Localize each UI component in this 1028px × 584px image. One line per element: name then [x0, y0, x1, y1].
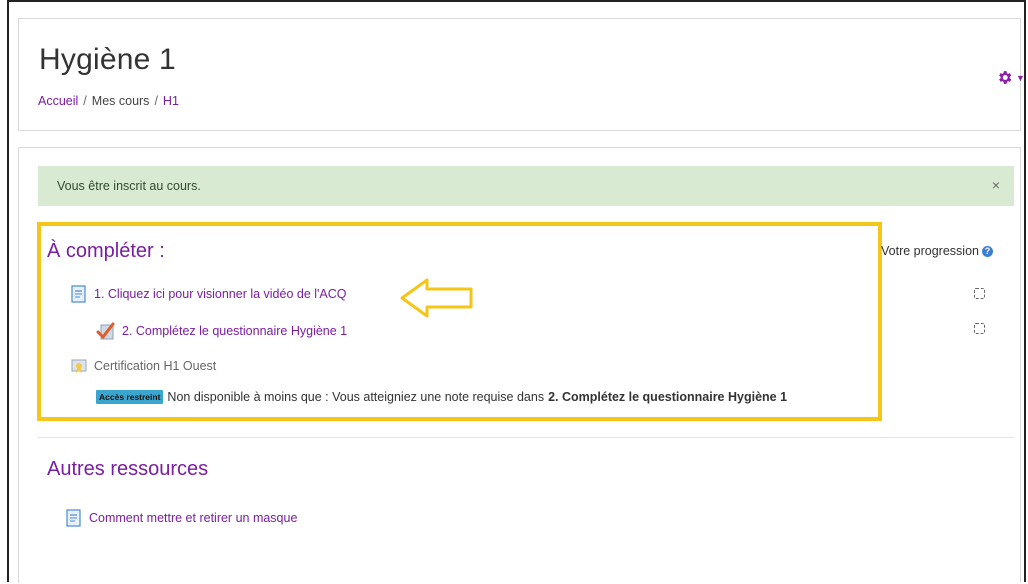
breadcrumb-course[interactable]: H1: [163, 94, 179, 108]
progress-label: Votre progression: [881, 244, 979, 258]
page-icon: [71, 285, 86, 303]
activity-quiz[interactable]: 2. Complétez le questionnaire Hygiène 1: [96, 321, 347, 341]
enrolment-alert: Vous être inscrit au cours. ×: [38, 166, 1014, 206]
gear-icon: [999, 71, 1012, 84]
activity-label: Certification H1 Ouest: [94, 359, 217, 373]
breadcrumb: Accueil / Mes cours / H1: [38, 94, 179, 108]
course-content: Vous être inscrit au cours. × À compléte…: [18, 147, 1021, 583]
breadcrumb-separator: /: [83, 94, 87, 108]
quiz-icon: [96, 322, 115, 340]
section-divider: [38, 437, 1014, 438]
page-header: Hygiène 1 Accueil / Mes cours / H1 ▼: [18, 18, 1025, 131]
breadcrumb-separator: /: [154, 94, 158, 108]
completion-checkbox[interactable]: [974, 323, 985, 334]
breadcrumb-my-courses[interactable]: Mes cours: [92, 94, 150, 108]
completion-checkbox[interactable]: [974, 288, 985, 299]
activity-link[interactable]: Comment mettre et retirer un masque: [89, 511, 297, 525]
activity-link[interactable]: 1. Cliquez ici pour visionner la vidéo d…: [94, 287, 347, 301]
breadcrumb-home[interactable]: Accueil: [38, 94, 78, 108]
restricted-badge: Accès restreint: [96, 390, 164, 404]
arrow-annotation-icon: [400, 278, 473, 318]
help-icon[interactable]: ?: [981, 245, 993, 257]
activity-mask-resource[interactable]: Comment mettre et retirer un masque: [65, 509, 297, 527]
activity-video[interactable]: 1. Cliquez ici pour visionner la vidéo d…: [70, 285, 347, 303]
progress-header: Votre progression ?: [881, 244, 993, 258]
activity-certificate: Certification H1 Ouest: [70, 357, 216, 375]
course-settings-menu[interactable]: ▼: [996, 69, 1025, 86]
restriction-text: Non disponible à moins que : Vous atteig…: [167, 390, 545, 404]
section-title-to-complete: À compléter :: [47, 240, 165, 262]
section-title-other-resources: Autres ressources: [47, 458, 209, 480]
certificate-icon: [71, 359, 87, 373]
page-title: Hygiène 1: [39, 43, 176, 76]
restriction-target: 2. Complétez le questionnaire Hygiène 1: [548, 390, 788, 404]
alert-message: Vous être inscrit au cours.: [57, 179, 201, 193]
page-icon: [66, 509, 81, 527]
access-restriction: Accès restreint Non disponible à moins q…: [96, 390, 787, 404]
activity-link[interactable]: 2. Complétez le questionnaire Hygiène 1: [122, 324, 347, 338]
close-icon[interactable]: ×: [992, 177, 1000, 193]
chevron-down-icon: ▼: [1016, 72, 1025, 83]
